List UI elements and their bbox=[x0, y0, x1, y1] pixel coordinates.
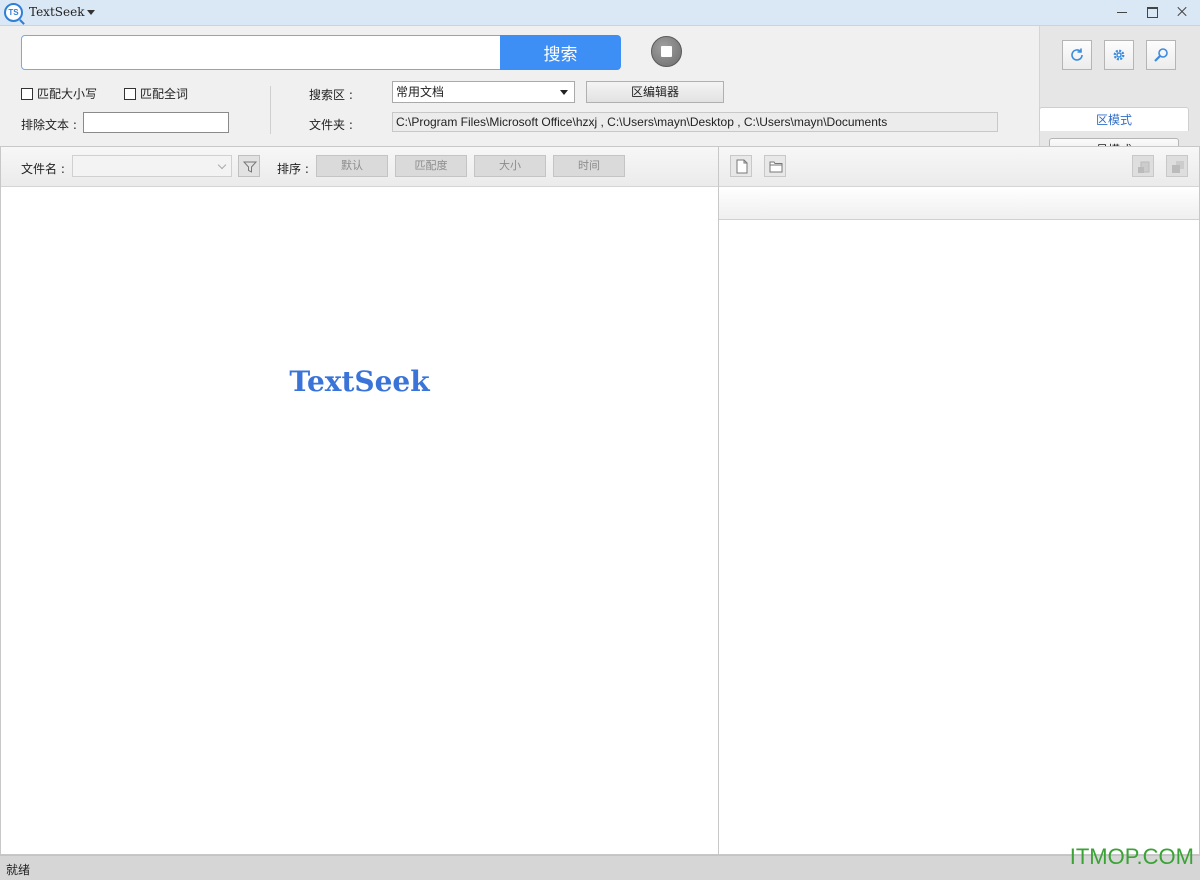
refresh-button[interactable] bbox=[1062, 40, 1092, 70]
exclude-text-input[interactable] bbox=[83, 112, 229, 133]
title-bar: TS TextSeek bbox=[0, 0, 1200, 26]
chevron-down-icon bbox=[217, 160, 227, 170]
open-folder-button[interactable] bbox=[764, 155, 786, 177]
minimize-button[interactable] bbox=[1107, 0, 1137, 24]
results-watermark: TextSeek bbox=[289, 365, 430, 398]
refresh-icon bbox=[1071, 48, 1083, 61]
status-text: 就绪 bbox=[6, 863, 31, 877]
folder-icon bbox=[769, 161, 783, 173]
preview-header bbox=[719, 187, 1199, 220]
open-file-button[interactable] bbox=[730, 155, 752, 177]
folder-label: 文件夹 : bbox=[309, 118, 353, 132]
title-menu-chevron-down-icon[interactable] bbox=[87, 10, 95, 15]
app-title: TextSeek bbox=[29, 5, 85, 19]
filename-label: 文件名 : bbox=[21, 162, 65, 176]
close-button[interactable] bbox=[1167, 0, 1197, 24]
funnel-icon bbox=[243, 161, 257, 173]
search-area-selected-value: 常用文档 bbox=[396, 85, 445, 99]
maximize-button[interactable] bbox=[1137, 0, 1167, 24]
settings-button[interactable] bbox=[1104, 40, 1134, 70]
area-editor-button[interactable]: 区编辑器 bbox=[586, 81, 724, 103]
results-list[interactable] bbox=[1, 188, 718, 854]
filter-button[interactable] bbox=[238, 155, 260, 177]
filter-bar: 文件名 : 排序 : 默认 匹配度 大小 时间 bbox=[1, 147, 718, 187]
filename-filter-combo[interactable] bbox=[72, 155, 232, 177]
preview-pane bbox=[719, 146, 1200, 855]
match-case-option[interactable]: 匹配大小写 bbox=[21, 85, 97, 102]
match-case-label: 匹配大小写 bbox=[37, 87, 98, 101]
app-logo-icon: TS bbox=[4, 3, 23, 22]
results-pane: 文件名 : 排序 : 默认 匹配度 大小 时间 TextSeek bbox=[0, 146, 719, 855]
magnifier-icon bbox=[1154, 48, 1168, 62]
status-bar: 就绪 ITMOP.COM bbox=[0, 844, 1200, 880]
stop-button[interactable] bbox=[651, 36, 682, 67]
next-match-button[interactable] bbox=[1166, 155, 1188, 177]
next-page-icon bbox=[1172, 161, 1184, 173]
sort-size-button[interactable]: 大小 bbox=[474, 155, 546, 177]
search-button[interactable]: 搜索 bbox=[500, 35, 621, 70]
site-watermark: ITMOP.COM bbox=[1069, 844, 1194, 869]
previous-match-button[interactable] bbox=[1132, 155, 1154, 177]
sort-default-button[interactable]: 默认 bbox=[316, 155, 388, 177]
sort-label: 排序 : bbox=[277, 162, 309, 176]
match-case-checkbox[interactable] bbox=[21, 87, 33, 100]
file-icon bbox=[736, 159, 748, 174]
search-area-select[interactable]: 常用文档 bbox=[392, 81, 575, 103]
options-divider bbox=[270, 86, 271, 134]
search-panel: 搜索 匹配大小写 匹配全词 排除文本 : 搜索区 : 常用文档 区编辑器 文件夹… bbox=[0, 26, 1200, 163]
search-input[interactable] bbox=[21, 35, 501, 70]
sort-match-button[interactable]: 匹配度 bbox=[395, 155, 467, 177]
sort-time-button[interactable]: 时间 bbox=[553, 155, 625, 177]
preview-toolbar bbox=[719, 147, 1199, 187]
chevron-down-icon bbox=[560, 90, 568, 95]
exclude-text-label: 排除文本 : bbox=[21, 118, 77, 132]
match-whole-word-option[interactable]: 匹配全词 bbox=[124, 85, 188, 102]
match-whole-word-checkbox[interactable] bbox=[124, 87, 136, 100]
search-area-label: 搜索区 : bbox=[309, 88, 353, 102]
previous-page-icon bbox=[1138, 161, 1150, 173]
search-tool-button[interactable] bbox=[1146, 40, 1176, 70]
match-whole-word-label: 匹配全词 bbox=[140, 87, 189, 101]
folder-path-field: C:\Program Files\Microsoft Office\hzxj ,… bbox=[392, 112, 998, 132]
area-mode-tab[interactable]: 区模式 bbox=[1039, 107, 1189, 131]
gear-icon bbox=[1113, 49, 1125, 61]
